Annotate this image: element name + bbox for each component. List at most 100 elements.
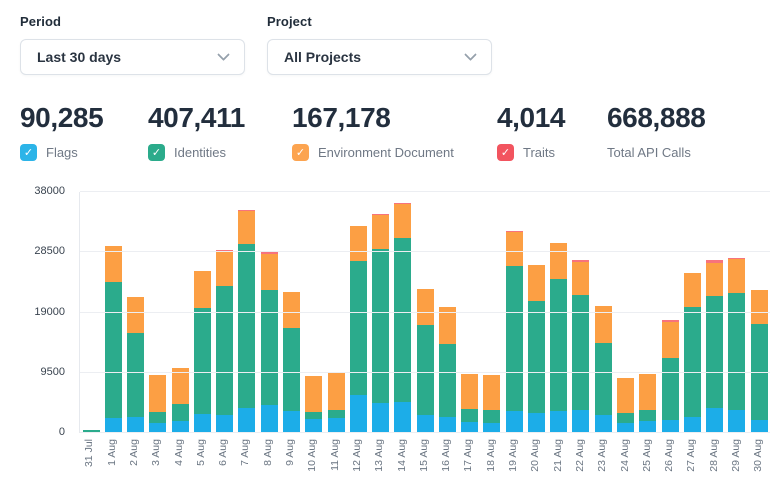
x-tick: 31 Jul [79, 439, 101, 472]
traits-count: 4,014 [497, 102, 607, 134]
bar-segment-environment-document [528, 265, 545, 301]
stat-traits: 4,014 ✓ Traits [497, 102, 607, 161]
stacked-bar [483, 375, 500, 433]
x-tick-label: 16 Aug [441, 439, 453, 472]
x-tick: 8 Aug [257, 439, 279, 472]
bar-slot [614, 192, 636, 433]
x-tick: 24 Aug [614, 439, 636, 472]
bar-segment-flags [238, 408, 255, 433]
bar-segment-identities [417, 325, 434, 415]
bar-segment-environment-document [483, 375, 500, 410]
y-tick-label: 19000 [34, 307, 65, 318]
total-api-calls-label: Total API Calls [607, 145, 691, 160]
period-selected-value: Last 30 days [37, 49, 121, 65]
bar-segment-identities [684, 307, 701, 417]
x-axis: 31 Jul1 Aug2 Aug3 Aug4 Aug5 Aug6 Aug7 Au… [79, 439, 770, 472]
y-tick-label: 28500 [34, 246, 65, 257]
bar-segment-identities [172, 404, 189, 421]
stacked-bar [617, 378, 634, 433]
gridline [80, 191, 770, 192]
bar-segment-flags [439, 417, 456, 433]
environment-document-count: 167,178 [292, 102, 497, 134]
stacked-bar [595, 306, 612, 433]
stacked-bar [372, 214, 389, 433]
x-tick-label: 29 Aug [731, 439, 743, 472]
bar-slot [570, 192, 592, 433]
x-tick: 26 Aug [659, 439, 681, 472]
x-tick: 19 Aug [503, 439, 525, 472]
api-usage-chart: 09500190002850038000 31 Jul1 Aug2 Aug3 A… [0, 192, 780, 497]
x-tick-label: 7 Aug [240, 439, 252, 466]
bar-segment-identities [350, 261, 367, 395]
usage-dashboard: Period Last 30 days Project All Projects… [0, 0, 780, 501]
bar-slot [414, 192, 436, 433]
bar-slot [503, 192, 525, 433]
x-tick: 12 Aug [347, 439, 369, 472]
x-tick-label: 18 Aug [486, 439, 498, 472]
bar-segment-environment-document [372, 215, 389, 249]
bar-segment-identities [372, 249, 389, 403]
x-tick: 10 Aug [302, 439, 324, 472]
traits-label: Traits [523, 145, 555, 160]
flags-label: Flags [46, 145, 78, 160]
stacked-bar [216, 250, 233, 433]
stacked-bars [80, 192, 770, 433]
bar-segment-environment-document [394, 204, 411, 238]
bar-segment-environment-document [238, 211, 255, 244]
bar-slot [147, 192, 169, 433]
bar-segment-flags [572, 410, 589, 433]
chevron-down-icon [217, 48, 230, 61]
bar-segment-environment-document [572, 262, 589, 295]
bar-segment-identities [461, 409, 478, 422]
traits-checkbox[interactable]: ✓ [497, 144, 514, 161]
bar-segment-flags [684, 417, 701, 433]
bar-segment-identities [149, 412, 166, 423]
project-select[interactable]: All Projects [267, 39, 492, 75]
bar-slot [214, 192, 236, 433]
stacked-bar [506, 231, 523, 433]
project-label: Project [267, 14, 492, 29]
total-api-calls-count: 668,888 [607, 102, 705, 134]
identities-checkbox[interactable]: ✓ [148, 144, 165, 161]
bar-segment-environment-document [639, 374, 656, 410]
x-tick-label: 9 Aug [285, 439, 297, 466]
bar-segment-environment-document [550, 243, 567, 279]
flags-checkbox[interactable]: ✓ [20, 144, 37, 161]
stat-total-api-calls: 668,888 Total API Calls [607, 102, 705, 161]
x-tick-label: 31 Jul [84, 439, 96, 467]
bar-segment-flags [506, 411, 523, 433]
bar-slot [369, 192, 391, 433]
bar-segment-identities [617, 413, 634, 423]
bar-slot [659, 192, 681, 433]
bar-slot [392, 192, 414, 433]
bar-slot [280, 192, 302, 433]
bar-segment-environment-document [172, 368, 189, 404]
period-select[interactable]: Last 30 days [20, 39, 245, 75]
bar-segment-environment-document [194, 271, 211, 308]
x-tick-label: 8 Aug [263, 439, 275, 466]
bar-segment-environment-document [506, 232, 523, 266]
stacked-bar [172, 368, 189, 433]
bar-segment-flags [550, 411, 567, 433]
bar-slot [703, 192, 725, 433]
gridline [80, 312, 770, 313]
stacked-bar [461, 374, 478, 433]
bar-segment-flags [706, 408, 723, 433]
x-tick-label: 12 Aug [352, 439, 364, 472]
bar-segment-flags [194, 414, 211, 433]
bar-segment-identities [528, 301, 545, 413]
x-tick: 21 Aug [547, 439, 569, 472]
bar-segment-flags [372, 403, 389, 433]
x-tick: 5 Aug [190, 439, 212, 472]
x-tick: 27 Aug [681, 439, 703, 472]
stacked-bar [662, 320, 679, 433]
x-tick-label: 4 Aug [174, 439, 186, 466]
x-tick: 30 Aug [748, 439, 770, 472]
bar-segment-environment-document [261, 254, 278, 290]
identities-label: Identities [174, 145, 226, 160]
environment-document-checkbox[interactable]: ✓ [292, 144, 309, 161]
bar-segment-identities [283, 328, 300, 411]
identities-count: 407,411 [148, 102, 292, 134]
bar-segment-flags [728, 410, 745, 433]
bar-segment-identities [595, 343, 612, 415]
